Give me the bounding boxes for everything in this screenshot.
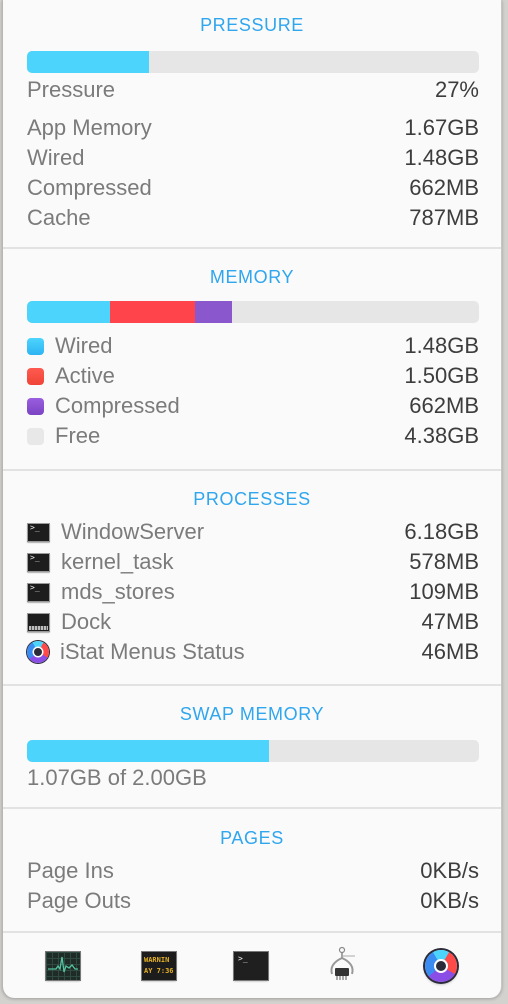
memory-label-text: Free [55,423,101,448]
process-name: kernel_task [61,549,174,574]
process-row[interactable]: >_ WindowServer 6.18GB [27,517,479,547]
terminal-icon: >_ [27,582,50,602]
memory-label: Compressed [27,393,180,419]
process-label: >_ kernel_task [27,549,174,575]
process-memory: 109MB [409,579,479,604]
app-launcher-footer: WARNIN AY 7:36 >_ [3,934,501,998]
terminal-app-icon[interactable]: >_ [234,952,268,980]
detail-label: App Memory [27,115,152,140]
active-swatch-icon [27,367,44,385]
page-ins-label: Page Ins [27,858,114,883]
detail-value: 662MB [409,175,479,200]
swap-bar [27,740,479,762]
pressure-section: PRESSURE Pressure 27% App Memory 1.67GB … [3,0,501,249]
process-name: mds_stores [61,579,175,604]
processes-section: PROCESSES >_ WindowServer 6.18GB >_ kernel… [3,471,501,686]
process-label: >_ mds_stores [27,579,175,605]
process-row[interactable]: iStat Menus Status 46MB [27,637,479,667]
terminal-icon: >_ [27,552,50,572]
console-time-text: AY 7:36 [144,967,174,975]
memory-section: MEMORY Wired 1.48GB Active 1.50GB Compre… [3,249,501,471]
free-swatch-icon [27,427,44,445]
process-memory: 6.18GB [404,519,479,544]
detail-label: Wired [27,145,85,170]
compressed-swatch-icon [27,397,44,415]
process-label: Dock [27,609,111,635]
detail-value: 1.67GB [404,115,479,140]
memory-value: 4.38GB [404,423,479,448]
dock-icon [27,612,50,632]
process-row[interactable]: Dock 47MB [27,607,479,637]
pressure-row: Pressure 27% [27,75,479,105]
memory-label: Wired [27,333,112,359]
detail-value: 1.48GB [404,145,479,170]
memory-value: 1.50GB [404,363,479,388]
console-icon[interactable]: WARNIN AY 7:36 [142,952,176,980]
pressure-value: 27% [434,77,479,102]
page-ins-value: 0KB/s [420,858,479,883]
process-row[interactable]: >_ mds_stores 109MB [27,577,479,607]
pressure-bar [27,51,479,73]
heartbeat-icon [48,956,78,973]
istat-icon [27,641,49,663]
memory-label-text: Wired [55,333,113,358]
istat-menus-icon[interactable] [425,950,457,982]
swap-usage-text: 1.07GB of 2.00GB [27,765,207,790]
page-outs-value: 0KB/s [420,888,479,913]
caliper-chip-icon [330,946,355,980]
process-memory: 578MB [409,549,479,574]
process-memory: 47MB [421,609,479,634]
pressure-label: Pressure [27,77,116,102]
section-title-swap: SWAP MEMORY [179,704,325,724]
memory-label-text: Active [55,363,115,388]
memory-bar-segment-active [110,301,195,323]
wired-swatch-icon [27,337,44,355]
swap-section: SWAP MEMORY 1.07GB of 2.00GB [3,686,501,809]
detail-value: 787MB [409,205,479,230]
section-title-processes: PROCESSES [193,489,311,509]
page-outs-label: Page Outs [27,888,131,913]
section-title-pressure: PRESSURE [200,15,304,35]
terminal-icon: >_ [27,522,50,542]
memory-bar-segment-wired [27,301,111,323]
memory-row-compressed: Compressed 662MB [27,391,479,421]
detail-row-wired: Wired 1.48GB [27,143,479,173]
section-title-pages: PAGES [220,828,284,848]
console-warning-text: WARNIN [144,956,170,964]
process-row[interactable]: >_ kernel_task 578MB [27,547,479,577]
pages-section: PAGES Page Ins 0KB/s Page Outs 0KB/s [3,809,501,933]
memory-label: Active [27,363,115,389]
memory-dropdown-panel: PRESSURE Pressure 27% App Memory 1.67GB … [2,0,502,998]
activity-monitor-icon[interactable] [46,952,80,980]
memory-value: 1.48GB [404,333,479,358]
page-ins-row: Page Ins 0KB/s [27,856,479,886]
section-title-memory: MEMORY [209,267,295,287]
page-outs-row: Page Outs 0KB/s [27,886,479,916]
memory-bar-segment-compressed [194,301,233,323]
memory-value: 662MB [409,393,479,418]
process-name: iStat Menus Status [60,639,245,664]
detail-label: Compressed [27,175,152,200]
memory-row-wired: Wired 1.48GB [27,331,479,361]
memory-label: Free [27,423,100,449]
detail-row-compressed: Compressed 662MB [27,173,479,203]
process-memory: 46MB [421,639,479,664]
swap-bar-fill [27,740,269,762]
detail-row-app-memory: App Memory 1.67GB [27,113,479,143]
memory-bar [27,301,479,323]
pressure-bar-fill [27,51,150,73]
memory-row-active: Active 1.50GB [27,361,479,391]
terminal-prompt: >_ [238,954,248,963]
detail-row-cache: Cache 787MB [27,203,479,233]
memory-label-text: Compressed [55,393,180,418]
memory-row-free: Free 4.38GB [27,421,479,451]
process-label: iStat Menus Status [27,639,245,665]
process-label: >_ WindowServer [27,519,204,545]
process-name: WindowServer [61,519,205,544]
system-information-icon[interactable] [325,946,359,980]
detail-label: Cache [27,205,91,230]
process-name: Dock [61,609,112,634]
